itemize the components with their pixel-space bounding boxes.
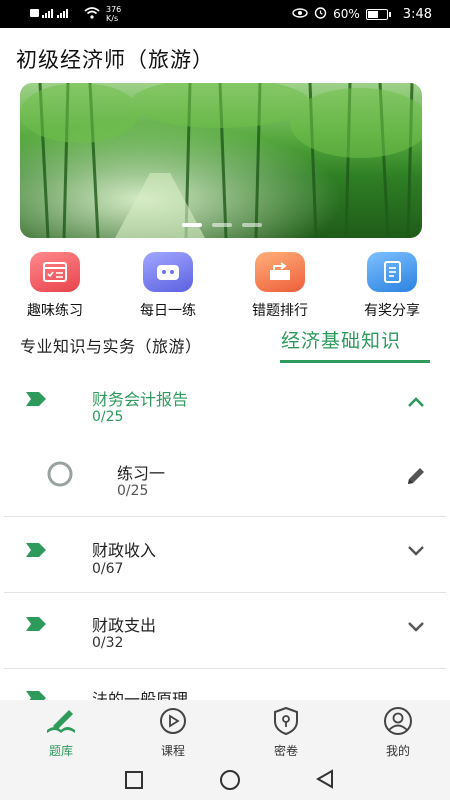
chevron-up-icon[interactable] xyxy=(406,396,426,408)
status-left: 376 K/s xyxy=(30,5,121,23)
battery-icon xyxy=(365,8,391,20)
chapter-flag-icon xyxy=(26,392,46,406)
play-course-icon xyxy=(160,708,186,734)
quick-action-label: 错题排行 xyxy=(252,303,308,319)
network-speed-value: 376 xyxy=(106,5,122,14)
chapter-flag-icon xyxy=(26,691,46,700)
quick-action-label: 有奖分享 xyxy=(364,303,420,319)
daily-robot-icon xyxy=(143,252,193,292)
alarm-icon xyxy=(314,6,327,22)
tab-economic-basics[interactable]: 经济基础知识 xyxy=(281,326,401,353)
active-tab-indicator xyxy=(280,360,430,363)
chapter-row[interactable]: 财务会计报告 0/25 xyxy=(0,372,450,450)
quick-action-label: 趣味练习 xyxy=(27,303,83,319)
exercise-status-circle-icon xyxy=(47,461,73,487)
bottom-nav: 题库 课程 密卷 我的 xyxy=(0,700,450,758)
nav-secret-paper[interactable]: 密卷 xyxy=(256,706,316,759)
back-icon[interactable] xyxy=(315,769,335,789)
chapter-count: 0/67 xyxy=(92,561,124,577)
quick-action-fun-practice[interactable]: 趣味练习 xyxy=(0,252,110,320)
quick-action-label: 每日一练 xyxy=(140,303,196,319)
exercise-row[interactable]: 练习一 0/25 xyxy=(0,450,450,514)
nav-profile[interactable]: 我的 xyxy=(368,706,428,759)
wifi-icon xyxy=(84,6,100,22)
nav-label: 我的 xyxy=(385,744,410,758)
quiz-list-icon xyxy=(30,252,80,292)
nav-label: 课程 xyxy=(160,744,185,758)
carousel-dot[interactable] xyxy=(242,223,262,227)
chapter-row[interactable]: 法的一般原理 xyxy=(0,669,450,700)
chapter-name: 财务会计报告 xyxy=(92,390,189,409)
chapter-count: 0/32 xyxy=(92,635,124,651)
eye-icon xyxy=(292,7,308,22)
nav-label: 密卷 xyxy=(273,744,298,758)
clock: 3:48 xyxy=(402,6,432,22)
page-title: 初级经济师（旅游） xyxy=(16,48,214,72)
question-bank-icon xyxy=(47,710,75,733)
quick-action-reward-share[interactable]: 有奖分享 xyxy=(337,252,447,320)
tab-professional-knowledge[interactable]: 专业知识与实务（旅游） xyxy=(20,333,202,357)
system-nav-bar xyxy=(0,758,450,800)
chapter-flag-icon xyxy=(26,617,46,631)
secret-paper-icon xyxy=(274,706,298,736)
status-right: 60% 3:48 xyxy=(292,6,432,22)
pencil-edit-icon[interactable] xyxy=(404,464,428,488)
chapter-name: 法的一般原理 xyxy=(92,690,189,700)
chapter-row[interactable]: 财政收入 0/67 xyxy=(0,517,450,591)
chapter-count: 0/25 xyxy=(92,409,124,425)
battery-percent: 60% xyxy=(333,7,360,21)
banner-carousel[interactable] xyxy=(20,83,422,238)
network-speed: 376 K/s xyxy=(106,5,121,23)
profile-icon xyxy=(384,707,412,735)
sim-signal-icon xyxy=(30,7,78,22)
mistake-rank-icon xyxy=(255,252,305,292)
home-icon[interactable] xyxy=(219,769,241,791)
nav-question-bank[interactable]: 题库 xyxy=(31,706,91,759)
share-book-icon xyxy=(367,252,417,292)
chapter-flag-icon xyxy=(26,543,46,557)
carousel-dot[interactable] xyxy=(212,223,232,227)
status-bar: 376 K/s 60% 3:48 xyxy=(0,0,450,28)
quick-action-mistake-rank[interactable]: 错题排行 xyxy=(225,252,335,320)
carousel-indicator xyxy=(182,223,262,227)
exercise-count: 0/25 xyxy=(117,483,149,499)
chevron-down-icon[interactable] xyxy=(406,545,426,557)
bamboo-forest-image xyxy=(20,83,422,238)
network-speed-unit: K/s xyxy=(106,14,119,23)
quick-action-daily-practice[interactable]: 每日一练 xyxy=(113,252,223,320)
chapter-name: 财政收入 xyxy=(92,541,157,560)
recent-apps-icon[interactable] xyxy=(124,770,144,790)
carousel-dot[interactable] xyxy=(182,223,202,227)
nav-course[interactable]: 课程 xyxy=(143,706,203,759)
nav-label: 题库 xyxy=(48,744,73,758)
exercise-name: 练习一 xyxy=(117,464,166,483)
chevron-down-icon[interactable] xyxy=(406,621,426,633)
chapter-name: 财政支出 xyxy=(92,616,157,635)
chapter-row[interactable]: 财政支出 0/32 xyxy=(0,593,450,667)
